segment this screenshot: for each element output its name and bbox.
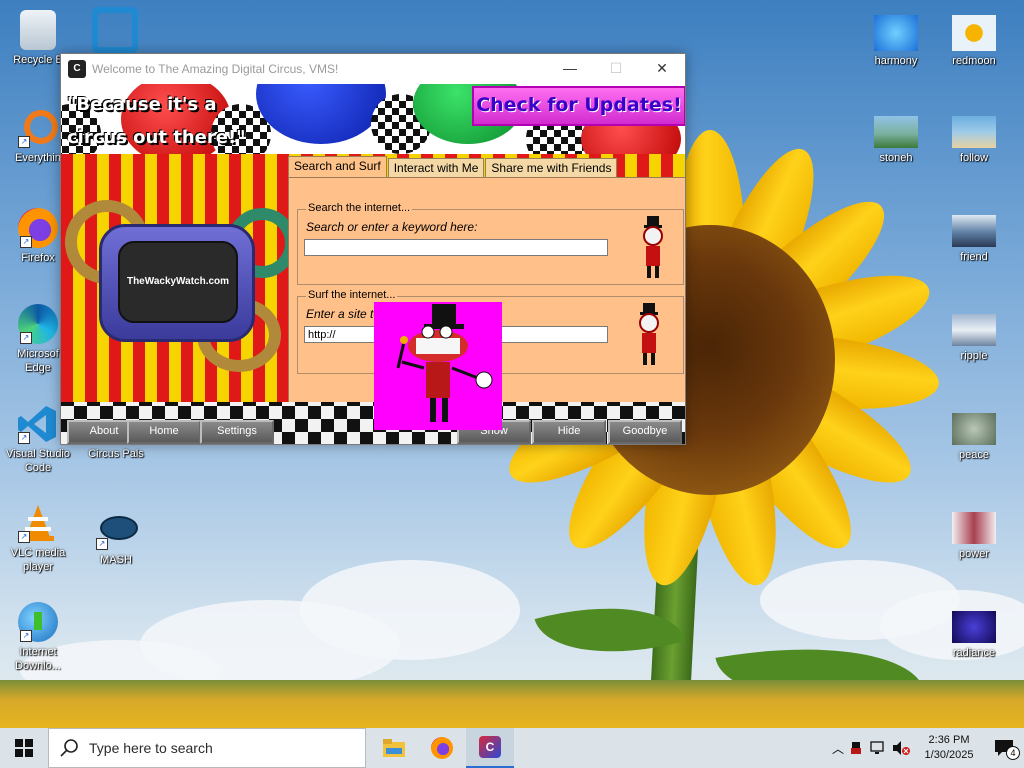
image-file-icon — [952, 413, 996, 445]
notification-count-badge: 4 — [1006, 746, 1020, 760]
recycle-bin-icon — [20, 10, 56, 50]
show-hidden-icons-chevron-icon[interactable]: ︿ — [828, 740, 848, 757]
search-icon — [60, 739, 78, 757]
maximize-button: ☐ — [609, 60, 623, 76]
image-file-icon — [874, 15, 918, 51]
circus-app-icon: C — [68, 59, 86, 78]
desktop-icon-peace[interactable]: peace — [938, 413, 1010, 462]
image-file-icon — [952, 116, 996, 148]
image-file-icon — [952, 512, 996, 544]
taskbar-circus-app[interactable]: C — [466, 728, 514, 768]
tab-strip: Search and Surf Interact with Me Share m… — [288, 156, 618, 178]
home-button[interactable]: Home — [127, 420, 201, 444]
vlc-icon: ↗ — [16, 503, 60, 543]
circus-banner: "Because it's a circus out there!" Check… — [61, 84, 685, 154]
image-file-icon — [952, 15, 996, 51]
edge-icon: ↗ — [18, 304, 58, 344]
tab-search-and-surf[interactable]: Search and Surf — [288, 156, 387, 178]
desktop-icon-follow[interactable]: follow — [938, 116, 1010, 165]
tab-share-with-friends[interactable]: Share me with Friends — [485, 158, 618, 178]
system-tray: ︿ 2:36 PM 1/30/2025 4 — [828, 728, 1024, 768]
search-placeholder: Type here to search — [89, 740, 213, 756]
search-group: Search the internet... Search or enter a… — [297, 202, 684, 285]
desktop-icon-vlc[interactable]: ↗ VLC media player — [2, 503, 74, 574]
window-title-bar[interactable]: C Welcome to The Amazing Digital Circus,… — [61, 54, 685, 83]
firefox-icon — [431, 737, 453, 759]
clock-time: 2:36 PM — [928, 734, 970, 746]
circus-app-window: C Welcome to The Amazing Digital Circus,… — [60, 53, 686, 445]
everything-search-icon: ↗ — [16, 108, 60, 148]
clown-icon — [640, 216, 666, 278]
mash-icon: ↗ — [94, 510, 138, 550]
desktop-icon-mash[interactable]: ↗ MASH — [80, 510, 152, 567]
desktop-icon-internet-download-manager[interactable]: ↗ Internet Downlo... — [2, 602, 74, 673]
image-file-icon — [952, 314, 996, 346]
clown-icon — [636, 303, 662, 365]
taskbar-firefox[interactable] — [418, 728, 466, 768]
notification-center-button[interactable]: 4 — [984, 728, 1024, 768]
circus-slogan: "Because it's a circus out there!" — [67, 94, 246, 148]
window-title: Welcome to The Amazing Digital Circus, V… — [92, 61, 339, 76]
taskbar-clock[interactable]: 2:36 PM 1/30/2025 — [914, 733, 984, 763]
vscode-icon: ↗ — [16, 404, 60, 444]
desktop-icon-ripple[interactable]: ripple — [938, 314, 1010, 363]
network-icon[interactable] — [870, 740, 892, 756]
firefox-icon: ↗ — [18, 208, 58, 248]
start-button[interactable] — [0, 728, 48, 768]
taskbar: Type here to search C ︿ 2:36 PM 1/30/202… — [0, 728, 1024, 768]
wacky-watch-image[interactable]: TheWackyWatch.com — [65, 200, 297, 372]
internet-download-manager-icon: ↗ — [18, 602, 58, 642]
image-file-icon — [874, 116, 918, 148]
caine-character-sprite[interactable] — [374, 302, 502, 430]
desktop-icon-redmoon[interactable]: redmoon — [938, 15, 1010, 68]
desktop-icon-radiance[interactable]: radiance — [938, 611, 1010, 660]
watch-brand: TheWackyWatch.com — [118, 241, 238, 323]
minimize-button[interactable]: — — [547, 54, 593, 83]
search-input[interactable] — [304, 239, 608, 256]
search-prompt: Search or enter a keyword here: — [306, 220, 478, 234]
desktop-icon-stoneh[interactable]: stoneh — [860, 116, 932, 165]
file-explorer-icon — [383, 739, 405, 757]
app-client-area: "Because it's a circus out there!" Check… — [61, 84, 685, 444]
taskbar-file-explorer[interactable] — [370, 728, 418, 768]
app-shortcut-icon — [92, 7, 138, 53]
check-for-updates-button[interactable]: Check for Updates! — [472, 86, 685, 126]
tab-interact-with-me[interactable]: Interact with Me — [387, 158, 485, 178]
image-file-icon — [952, 611, 996, 643]
surf-prompt: Enter a site to — [306, 307, 381, 321]
desktop-icon-power[interactable]: power — [938, 512, 1010, 561]
hide-button[interactable]: Hide — [532, 420, 606, 444]
taskbar-search-box[interactable]: Type here to search — [48, 728, 366, 768]
settings-button[interactable]: Settings — [200, 420, 274, 444]
app-tray-icon[interactable] — [848, 740, 870, 756]
desktop-icon-hidden-app[interactable] — [92, 7, 140, 53]
desktop-icon-friend[interactable]: friend — [938, 215, 1010, 264]
circus-app-icon: C — [479, 736, 501, 758]
close-button[interactable]: ✕ — [639, 54, 685, 83]
image-file-icon — [952, 215, 996, 247]
volume-muted-icon[interactable] — [892, 740, 914, 756]
windows-logo-icon — [15, 739, 33, 757]
clock-date: 1/30/2025 — [924, 749, 974, 761]
desktop-icon-harmony[interactable]: harmony — [860, 15, 932, 68]
goodbye-button[interactable]: Goodbye — [608, 420, 682, 444]
